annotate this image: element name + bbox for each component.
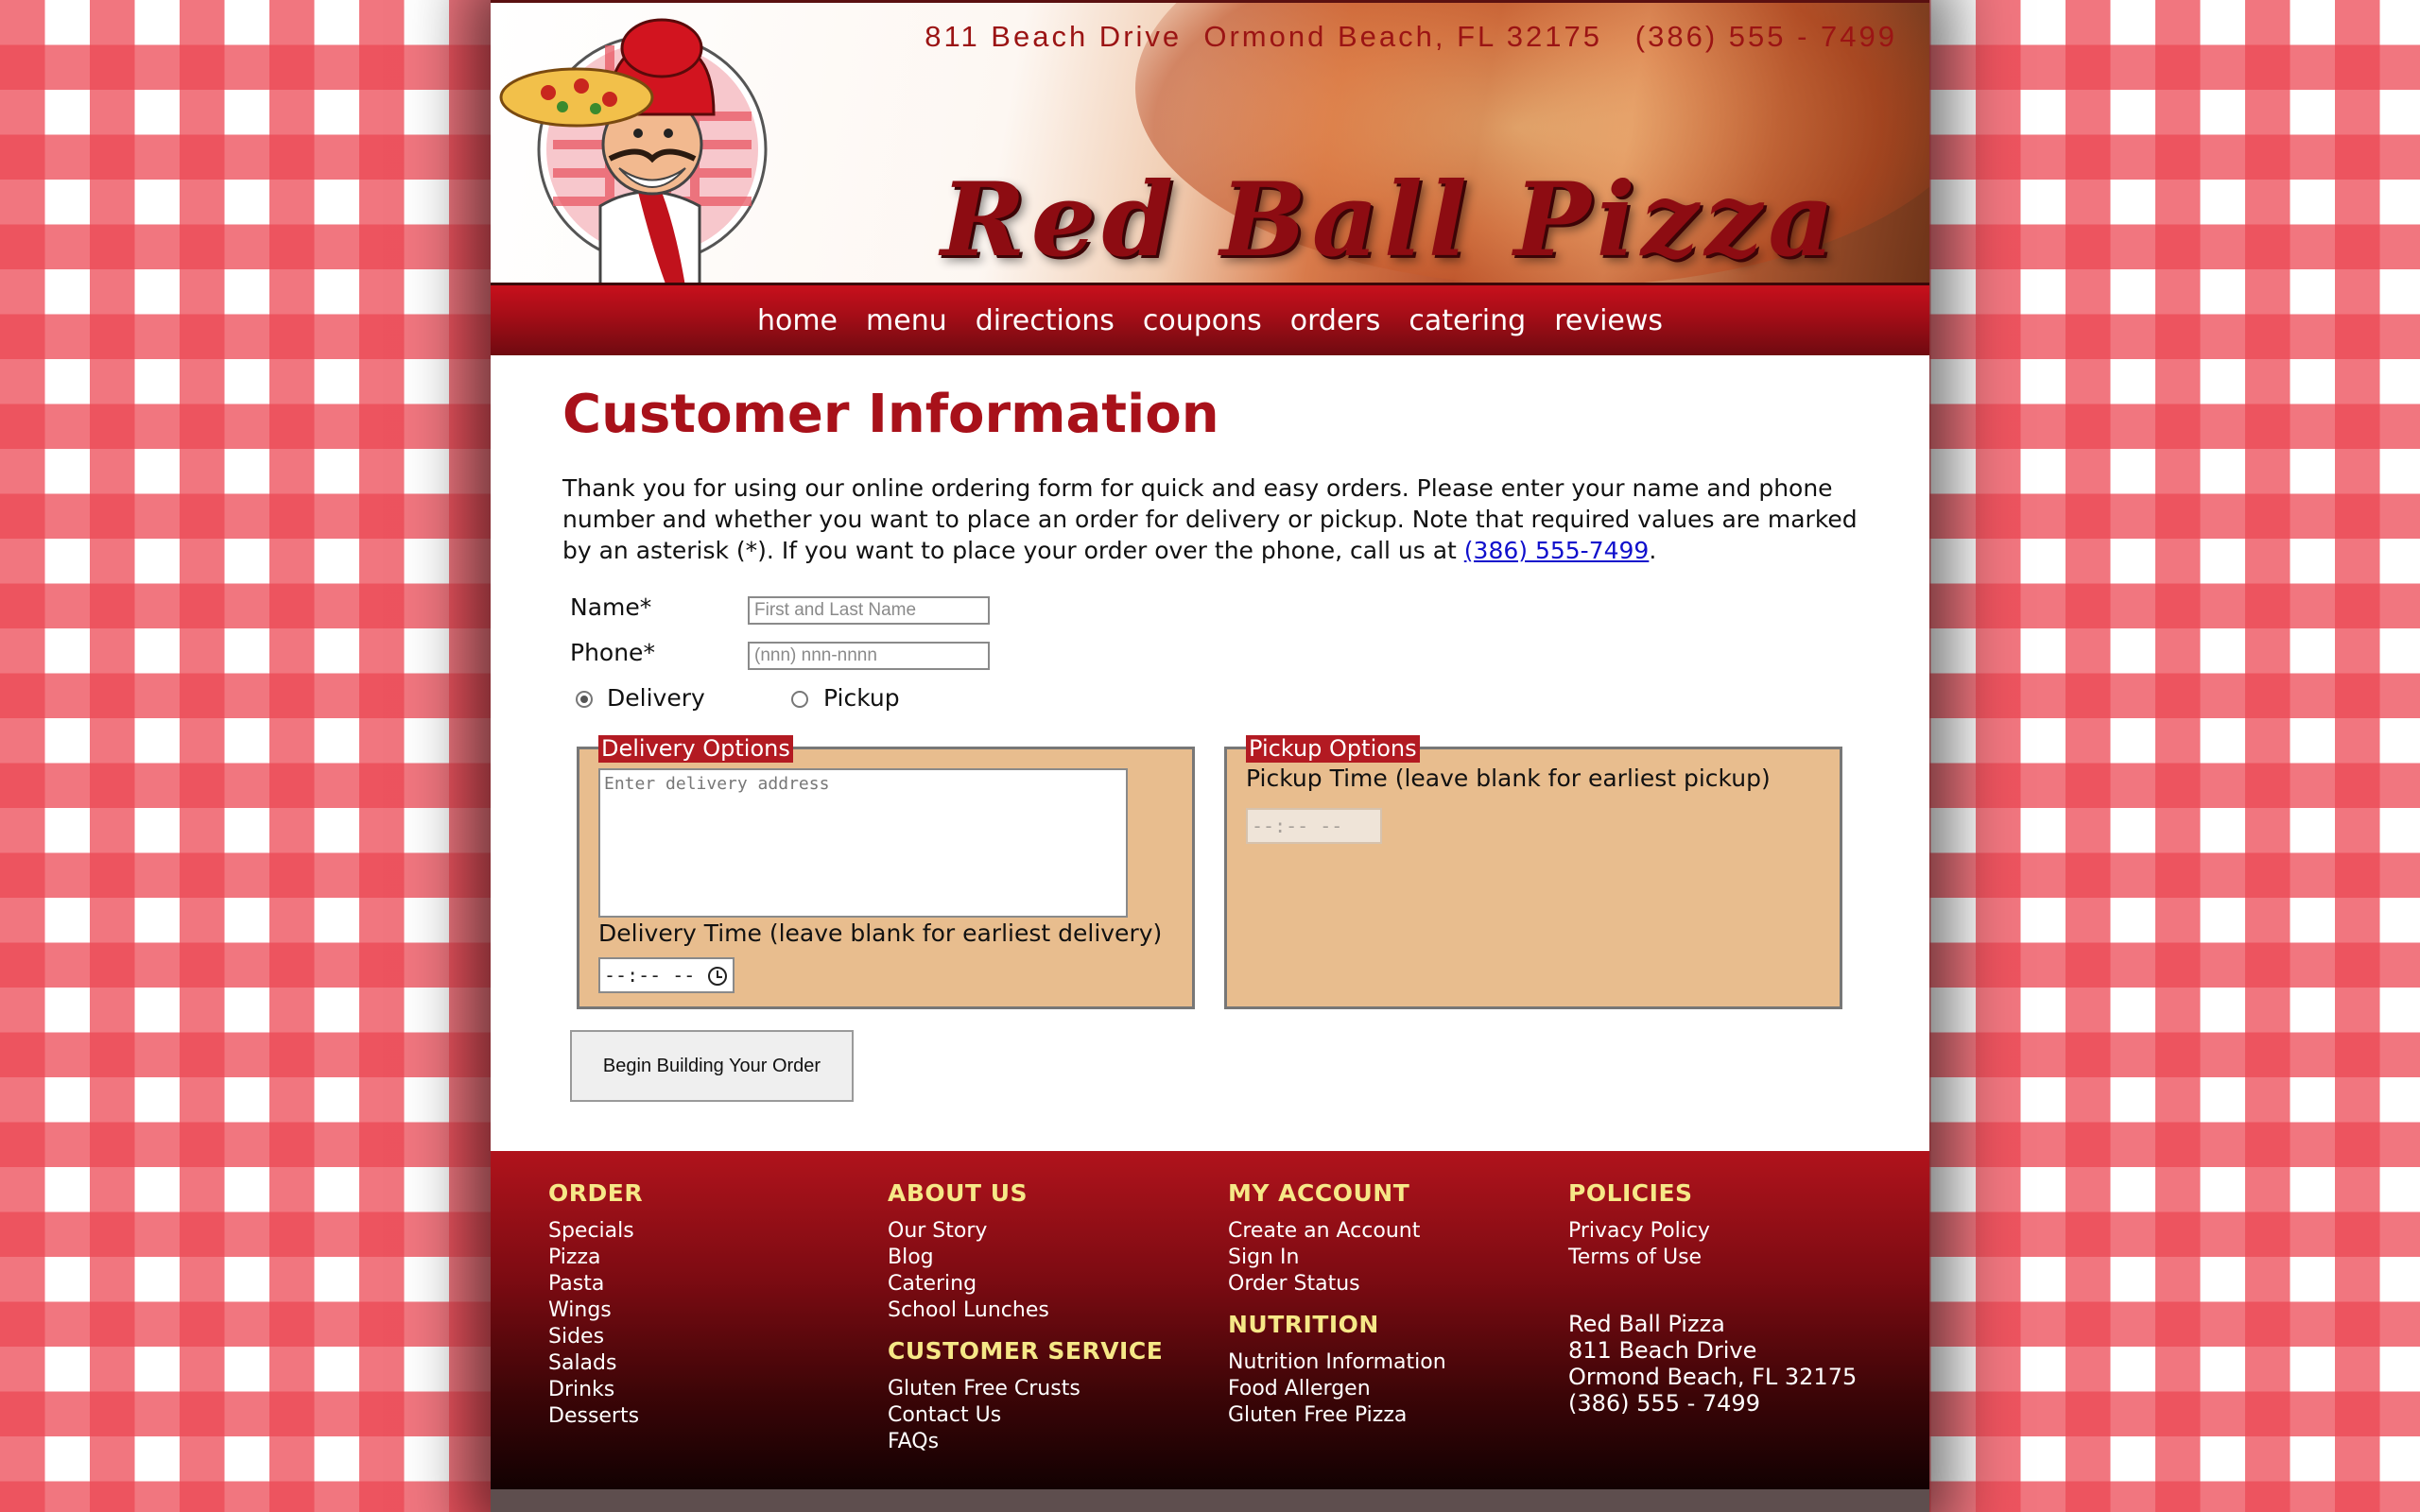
- footer-about-column: ABOUT US Our Story Blog Catering School …: [888, 1179, 1163, 1455]
- footer-link-contact-us[interactable]: Contact Us: [888, 1402, 1163, 1429]
- chef-mascot-icon: [499, 18, 768, 283]
- phone-label: Phone*: [570, 639, 655, 666]
- footer-link-food-allergen[interactable]: Food Allergen: [1228, 1376, 1446, 1402]
- footer-link-pasta[interactable]: Pasta: [548, 1271, 643, 1297]
- name-label: Name*: [570, 593, 652, 621]
- footer-link-desserts[interactable]: Desserts: [548, 1403, 643, 1430]
- footer-heading-service: CUSTOMER SERVICE: [888, 1337, 1164, 1365]
- main-nav: home menu directions coupons orders cate…: [491, 285, 1929, 355]
- footer-link-gluten-free-pizza[interactable]: Gluten Free Pizza: [1228, 1402, 1446, 1429]
- pickup-options-legend: Pickup Options: [1246, 735, 1420, 763]
- footer-link-sides[interactable]: Sides: [548, 1324, 643, 1350]
- footer-link-privacy-policy[interactable]: Privacy Policy: [1568, 1218, 1857, 1245]
- footer-address-name: Red Ball Pizza: [1568, 1311, 1725, 1337]
- delivery-time-label: Delivery Time (leave blank for earliest …: [598, 919, 1163, 947]
- footer-order-column: ORDER Specials Pizza Pasta Wings Sides S…: [548, 1179, 643, 1430]
- pickup-time-value: --:-- --: [1252, 815, 1343, 837]
- footer-link-order-status[interactable]: Order Status: [1228, 1271, 1446, 1297]
- pickup-options-fieldset: Pickup Options Pickup Time (leave blank …: [1224, 735, 1842, 1009]
- footer-link-terms-of-use[interactable]: Terms of Use: [1568, 1245, 1857, 1271]
- footer-link-blog[interactable]: Blog: [888, 1245, 1163, 1271]
- clock-icon[interactable]: [708, 967, 727, 986]
- footer-policies-column: POLICIES Privacy Policy Terms of Use Red…: [1568, 1179, 1857, 1417]
- nav-reviews[interactable]: reviews: [1554, 304, 1663, 337]
- delivery-time-value: --:-- --: [604, 964, 696, 987]
- page-title: Customer Information: [562, 384, 1219, 445]
- footer-link-faqs[interactable]: FAQs: [888, 1429, 1163, 1455]
- pickup-time-field[interactable]: --:-- --: [1246, 808, 1382, 844]
- footer-heading-about: ABOUT US: [888, 1179, 1028, 1207]
- footer-link-our-story[interactable]: Our Story: [888, 1218, 1163, 1245]
- footer-bottom-strip: [491, 1489, 1929, 1512]
- footer-address-block: Red Ball Pizza 811 Beach Drive Ormond Be…: [1568, 1311, 1857, 1417]
- site-header: 811 Beach Drive Ormond Beach, FL 32175 (…: [491, 0, 1929, 285]
- footer-link-sign-in[interactable]: Sign In: [1228, 1245, 1446, 1271]
- footer-link-pizza[interactable]: Pizza: [548, 1245, 643, 1271]
- nav-menu[interactable]: menu: [866, 304, 947, 337]
- pickup-time-label: Pickup Time (leave blank for earliest pi…: [1246, 765, 1771, 792]
- footer-link-specials[interactable]: Specials: [548, 1218, 643, 1245]
- footer-link-nutrition-information[interactable]: Nutrition Information: [1228, 1349, 1446, 1376]
- footer-address-phone: (386) 555 - 7499: [1568, 1390, 1760, 1417]
- phone-link[interactable]: (386) 555-7499: [1464, 537, 1650, 564]
- footer-account-column: MY ACCOUNT Create an Account Sign In Ord…: [1228, 1179, 1446, 1429]
- footer-heading-order: ORDER: [548, 1179, 644, 1207]
- footer-link-create-account[interactable]: Create an Account: [1228, 1218, 1446, 1245]
- nav-coupons[interactable]: coupons: [1143, 304, 1262, 337]
- footer-link-catering[interactable]: Catering: [888, 1271, 1163, 1297]
- main-content: Customer Information Thank you for using…: [491, 355, 1929, 1151]
- intro-paragraph: Thank you for using our online ordering …: [562, 472, 1886, 566]
- footer-heading-account: MY ACCOUNT: [1228, 1179, 1410, 1207]
- nav-orders[interactable]: orders: [1290, 304, 1381, 337]
- header-contact-line: 811 Beach Drive Ormond Beach, FL 32175 (…: [925, 20, 1897, 53]
- footer-heading-nutrition: NUTRITION: [1228, 1311, 1379, 1338]
- page-container: 811 Beach Drive Ormond Beach, FL 32175 (…: [491, 0, 1929, 1512]
- intro-text: Thank you for using our online ordering …: [562, 474, 1858, 564]
- site-footer: ORDER Specials Pizza Pasta Wings Sides S…: [491, 1151, 1929, 1489]
- footer-link-school-lunches[interactable]: School Lunches: [888, 1297, 1163, 1324]
- phone-field[interactable]: [748, 642, 990, 670]
- pickup-radio-label: Pickup: [823, 684, 900, 712]
- begin-order-button[interactable]: Begin Building Your Order: [570, 1030, 854, 1102]
- delivery-options-legend: Delivery Options: [598, 735, 793, 763]
- intro-end: .: [1649, 537, 1657, 564]
- delivery-radio[interactable]: [576, 691, 593, 708]
- footer-address-street: 811 Beach Drive: [1568, 1337, 1757, 1364]
- footer-link-wings[interactable]: Wings: [548, 1297, 643, 1324]
- delivery-options-fieldset: Delivery Options Delivery Time (leave bl…: [577, 735, 1195, 1009]
- nav-home[interactable]: home: [757, 304, 838, 337]
- name-field[interactable]: [748, 596, 990, 625]
- footer-link-drinks[interactable]: Drinks: [548, 1377, 643, 1403]
- nav-directions[interactable]: directions: [976, 304, 1115, 337]
- delivery-address-field[interactable]: [598, 768, 1128, 918]
- delivery-radio-label: Delivery: [607, 684, 705, 712]
- site-title-logo: Red Ball Pizza: [941, 161, 1841, 280]
- footer-link-salads[interactable]: Salads: [548, 1350, 643, 1377]
- pickup-radio[interactable]: [791, 691, 808, 708]
- footer-link-gluten-free-crusts[interactable]: Gluten Free Crusts: [888, 1376, 1163, 1402]
- nav-catering[interactable]: catering: [1409, 304, 1526, 337]
- footer-heading-policies: POLICIES: [1568, 1179, 1693, 1207]
- footer-address-city: Ormond Beach, FL 32175: [1568, 1364, 1858, 1390]
- delivery-time-field[interactable]: --:-- --: [598, 957, 735, 993]
